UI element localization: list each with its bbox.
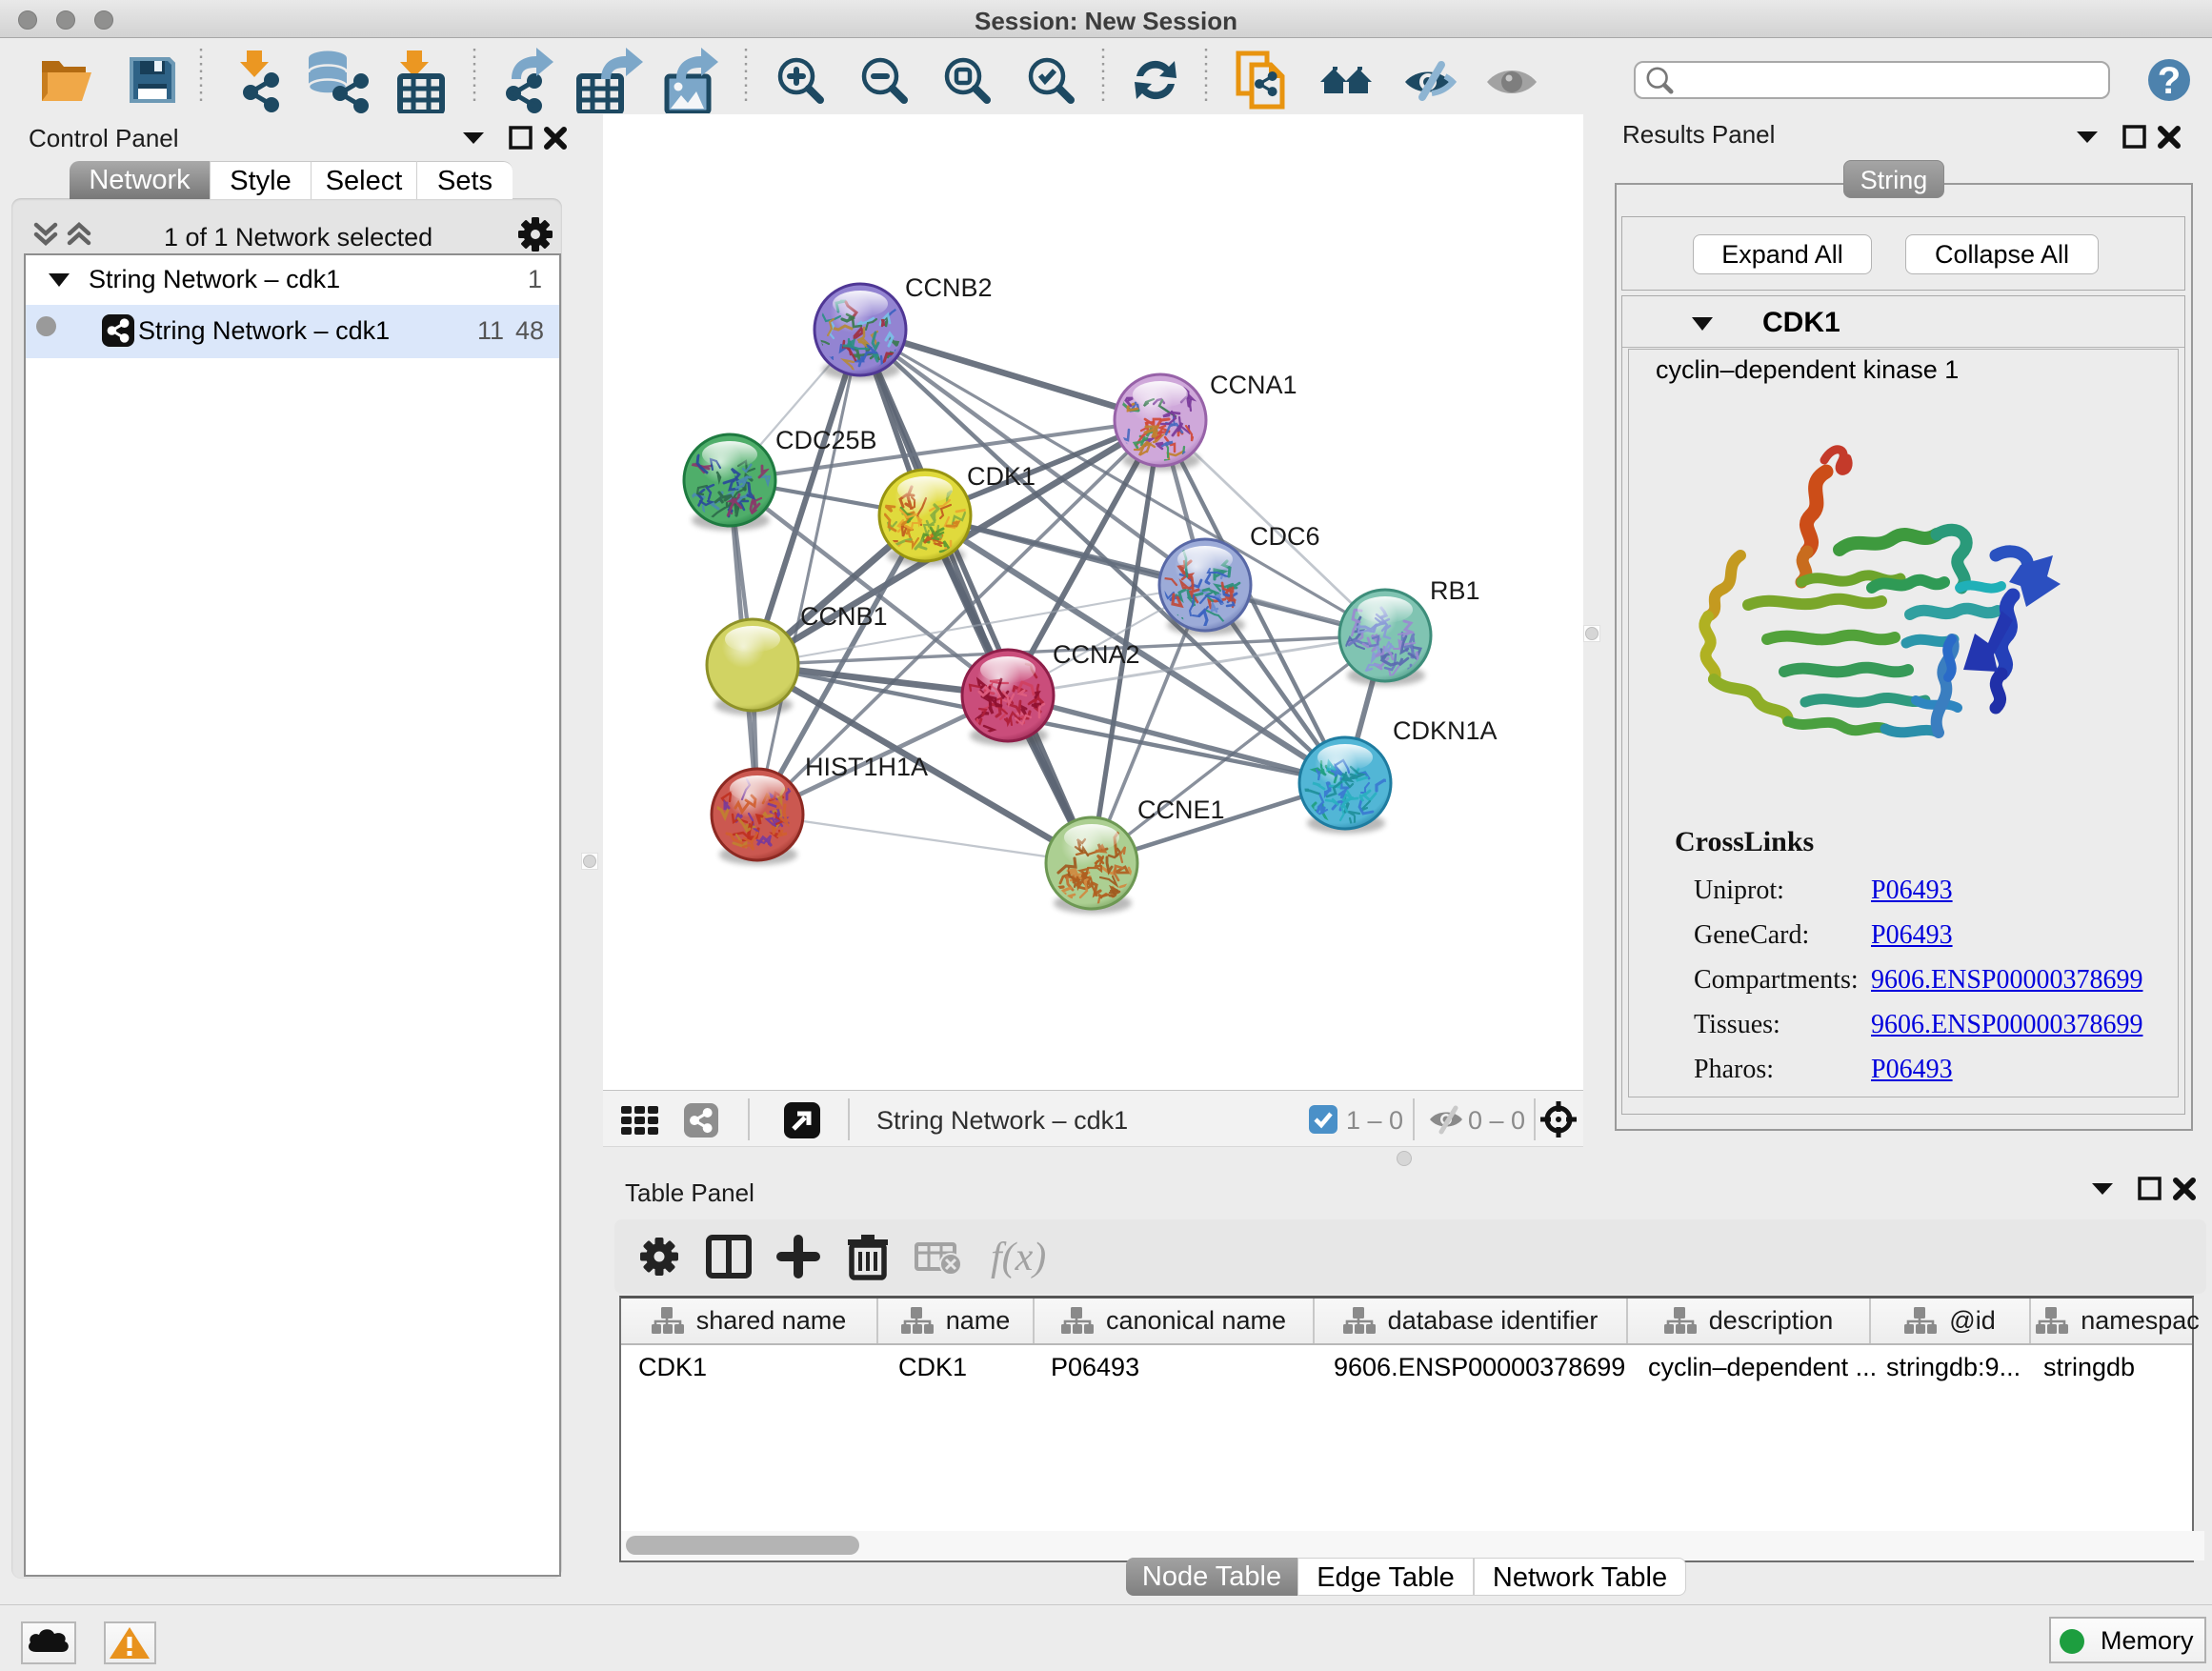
svg-text:CDC6: CDC6 bbox=[1250, 522, 1320, 551]
svg-text:CCNB2: CCNB2 bbox=[905, 273, 993, 302]
svg-text:CCNA2: CCNA2 bbox=[1053, 640, 1140, 669]
svg-text:?: ? bbox=[2158, 60, 2181, 102]
svg-text:String Network – cdk1: String Network – cdk1 bbox=[876, 1106, 1128, 1135]
svg-text:HIST1H1A: HIST1H1A bbox=[805, 753, 928, 781]
svg-text:1 – 0: 1 – 0 bbox=[1346, 1106, 1403, 1135]
svg-text:CCNA1: CCNA1 bbox=[1210, 371, 1297, 399]
svg-text:CCNB1: CCNB1 bbox=[800, 602, 888, 631]
svg-text:RB1: RB1 bbox=[1430, 576, 1480, 605]
svg-text:f(x): f(x) bbox=[991, 1236, 1046, 1279]
svg-text:CDKN1A: CDKN1A bbox=[1393, 716, 1498, 745]
svg-text:CCNE1: CCNE1 bbox=[1137, 795, 1225, 824]
svg-text:0 – 0: 0 – 0 bbox=[1468, 1106, 1525, 1135]
svg-text:CDK1: CDK1 bbox=[967, 462, 1036, 491]
svg-text:CDC25B: CDC25B bbox=[775, 426, 877, 454]
